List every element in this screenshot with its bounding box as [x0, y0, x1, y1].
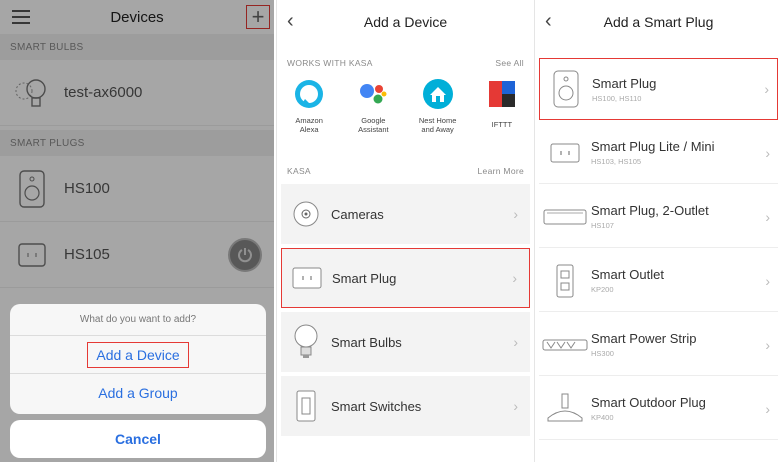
product-models: HS103, HS105 [591, 157, 642, 166]
product-text: Smart Outlet KP200 [591, 267, 664, 294]
outdoor-plug-icon [539, 392, 591, 426]
works-with-label: WORKS WITH KASA [287, 58, 373, 68]
bulb-icon [281, 322, 331, 362]
chevron-right-icon: › [765, 272, 770, 289]
chevron-right-icon: › [513, 334, 518, 350]
product-name: Smart Plug Lite / Mini [591, 139, 715, 154]
product-models: HS100, HS110 [592, 93, 642, 103]
sheet-prompt: What do you want to add? [10, 304, 266, 336]
alexa-icon [293, 78, 325, 110]
cancel-button[interactable]: Cancel [10, 420, 266, 458]
product-name: Smart Plug, 2-Outlet [591, 203, 709, 218]
partner-label: Google Assistant [358, 116, 389, 134]
product-name: Smart Power Strip [591, 331, 697, 346]
partner-label: Amazon Alexa [295, 116, 323, 134]
chevron-right-icon: › [764, 81, 769, 97]
power-strip-icon [539, 337, 591, 353]
add-device-option[interactable]: Add a Device [10, 336, 266, 374]
page-title: Add a Device [363, 14, 448, 30]
partner-label: Nest Home and Away [418, 116, 457, 134]
learn-more-link[interactable]: Learn More [478, 166, 524, 184]
add-group-option[interactable]: Add a Group [10, 374, 266, 412]
chevron-right-icon: › [513, 398, 518, 414]
plug-mini-icon [539, 142, 591, 164]
see-all-link[interactable]: See All [495, 58, 524, 74]
camera-icon [281, 199, 331, 229]
chevron-right-icon: › [765, 208, 770, 225]
product-text: Smart Power Strip HS300 [591, 331, 696, 358]
product-models: KP400 [591, 413, 614, 422]
chevron-right-icon: › [513, 206, 518, 222]
product-smart-plug-2-outlet[interactable]: Smart Plug, 2-Outlet HS107 › [539, 186, 778, 248]
product-text: Smart Plug, 2-Outlet HS107 [591, 203, 709, 230]
google-assistant-icon [357, 78, 389, 110]
nav-header: ‹ Add a Device [277, 0, 534, 44]
screenshot-stage: Devices + SMART BULBS test-ax6000 SMART … [0, 0, 782, 462]
chevron-right-icon: › [512, 270, 517, 286]
back-chevron-icon[interactable]: ‹ [545, 10, 552, 33]
partner-list: Amazon Alexa Google Assistant Nest Home … [277, 74, 534, 154]
product-smart-outdoor-plug[interactable]: Smart Outdoor Plug KP400 › [539, 378, 778, 440]
works-with-header: WORKS WITH KASA See All [277, 44, 534, 74]
plug-icon [540, 69, 592, 109]
chevron-right-icon: › [765, 400, 770, 417]
product-smart-outlet[interactable]: Smart Outlet KP200 › [539, 250, 778, 312]
chevron-right-icon: › [765, 336, 770, 353]
add-action-sheet: What do you want to add? Add a Device Ad… [10, 304, 266, 414]
category-label: Smart Bulbs [331, 334, 402, 350]
nav-header: ‹ Add a Smart Plug [535, 0, 782, 44]
kasa-label: KASA [287, 166, 311, 176]
product-models: HS107 [591, 221, 614, 230]
add-smart-plug-screen: ‹ Add a Smart Plug Smart Plug HS100, HS1… [534, 0, 782, 462]
page-title: Add a Smart Plug [603, 14, 714, 30]
ifttt-icon [486, 78, 518, 110]
partner-google[interactable]: Google Assistant [343, 78, 403, 154]
outlet-icon [539, 263, 591, 299]
category-label: Smart Plug [332, 270, 397, 286]
add-device-screen: ‹ Add a Device WORKS WITH KASA See All A… [276, 0, 534, 462]
product-models: KP200 [591, 285, 614, 294]
kasa-header: KASA Learn More [277, 154, 534, 184]
plug-mini-icon [282, 266, 332, 290]
category-smart-bulbs[interactable]: Smart Bulbs › [281, 312, 530, 372]
devices-screen: Devices + SMART BULBS test-ax6000 SMART … [0, 0, 274, 462]
product-name: Smart Plug [592, 75, 657, 91]
add-device-label: Add a Device [87, 341, 189, 368]
category-smart-switches[interactable]: Smart Switches › [281, 376, 530, 436]
partner-ifttt[interactable]: IFTTT [472, 78, 532, 154]
partner-label: IFTTT [491, 120, 513, 129]
nest-home-icon [422, 78, 454, 110]
category-smart-plug[interactable]: Smart Plug › [281, 248, 530, 308]
product-text: Smart Plug Lite / Mini HS103, HS105 [591, 139, 715, 166]
product-text: Smart Plug HS100, HS110 [592, 76, 656, 103]
product-smart-plug-lite[interactable]: Smart Plug Lite / Mini HS103, HS105 › [539, 122, 778, 184]
chevron-right-icon: › [765, 144, 770, 161]
plug-2-outlet-icon [539, 207, 591, 227]
category-cameras[interactable]: Cameras › [281, 184, 530, 244]
product-smart-plug[interactable]: Smart Plug HS100, HS110 › [539, 58, 778, 120]
product-name: Smart Outdoor Plug [591, 395, 706, 410]
cancel-label: Cancel [115, 431, 161, 447]
partner-nest[interactable]: Nest Home and Away [408, 78, 468, 154]
category-label: Cameras [331, 206, 384, 222]
product-smart-power-strip[interactable]: Smart Power Strip HS300 › [539, 314, 778, 376]
back-chevron-icon[interactable]: ‹ [287, 10, 294, 33]
partner-alexa[interactable]: Amazon Alexa [279, 78, 339, 154]
category-label: Smart Switches [331, 398, 422, 414]
product-text: Smart Outdoor Plug KP400 [591, 395, 706, 422]
product-models: HS300 [591, 349, 614, 358]
switch-icon [281, 389, 331, 423]
product-name: Smart Outlet [591, 267, 664, 282]
